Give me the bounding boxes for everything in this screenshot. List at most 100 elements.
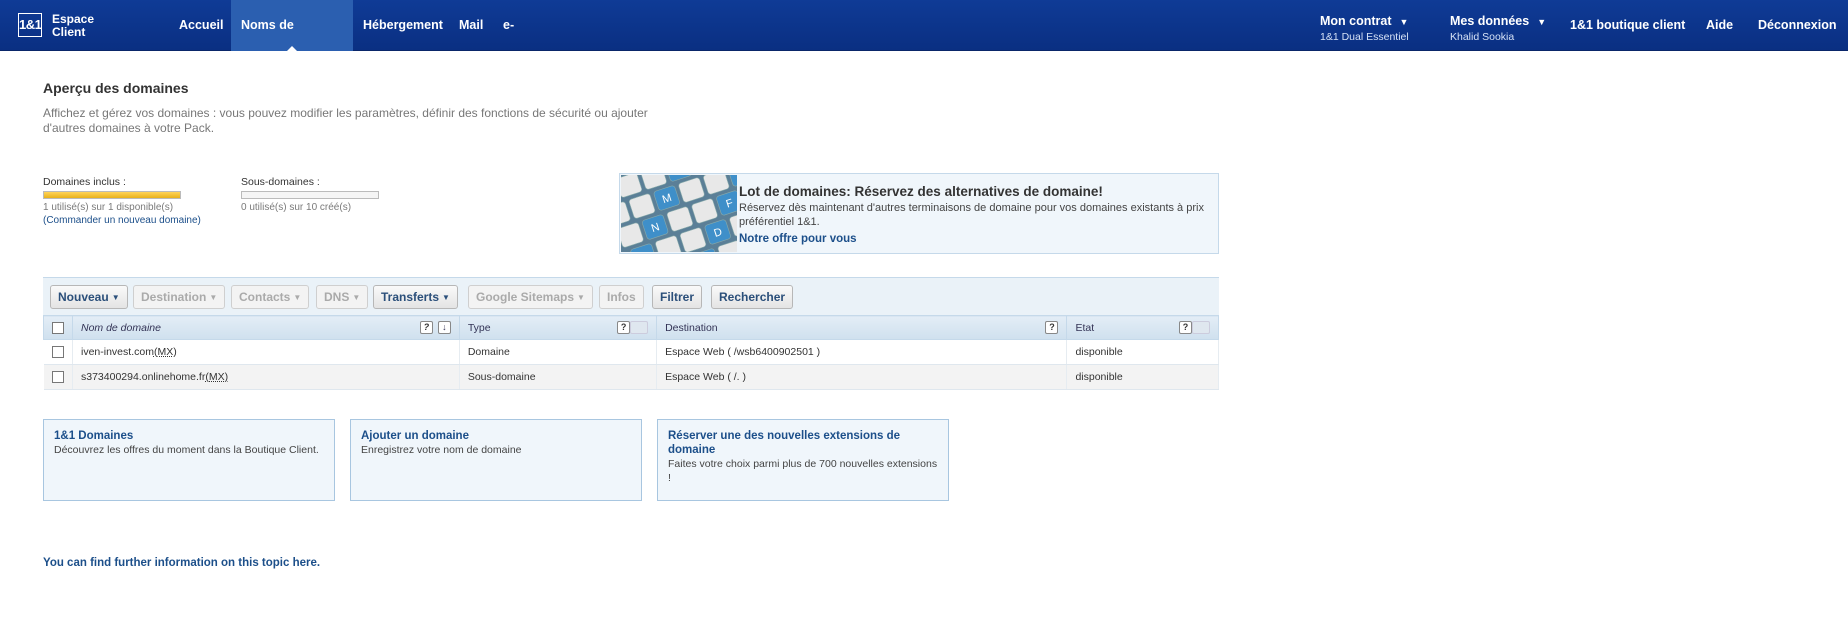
- select-all-checkbox[interactable]: [52, 321, 64, 334]
- state-cell: disponible: [1066, 364, 1219, 390]
- new-button[interactable]: Nouveau ▼: [50, 285, 128, 309]
- row-checkbox[interactable]: [51, 371, 64, 384]
- account-contract-menu[interactable]: Mon contrat ▼ 1&1 Dual Essentiel: [1320, 14, 1409, 43]
- column-header-domain-label: Nom de domaine: [81, 321, 161, 334]
- row-select-cell: [43, 364, 73, 390]
- keyboard-keys-illustration: COMINFODER: [621, 175, 737, 252]
- column-header-state[interactable]: Etat ?: [1066, 315, 1219, 340]
- state-cell: disponible: [1066, 339, 1219, 365]
- sort-placeholder-icon: [1192, 321, 1210, 334]
- transfers-button[interactable]: Transferts ▼: [373, 285, 458, 309]
- info-box-title[interactable]: 1&1 Domaines: [54, 429, 324, 443]
- contract-label: Mon contrat: [1320, 14, 1392, 28]
- promo-banner[interactable]: COMINFODER Lot de domaines: Réservez des…: [619, 173, 1219, 254]
- chevron-down-icon: ▼: [352, 293, 361, 302]
- contacts-button[interactable]: Contacts ▼: [231, 285, 310, 309]
- help-icon[interactable]: ?: [617, 321, 631, 334]
- logout-link[interactable]: Déconnexion: [1758, 18, 1837, 32]
- mx-tag: (MX): [153, 346, 177, 358]
- destination-button-label: Destination: [141, 290, 207, 304]
- domain-name[interactable]: iven-invest.com: [81, 346, 154, 358]
- contacts-button-label: Contacts: [239, 290, 291, 304]
- type-cell: Domaine: [459, 339, 658, 365]
- info-box-11-domains[interactable]: 1&1 Domaines Découvrez les offres du mom…: [43, 419, 335, 501]
- google-sitemaps-button[interactable]: Google Sitemaps ▼: [468, 285, 593, 309]
- sort-placeholder-icon: [630, 321, 649, 334]
- column-header-destination-label: Destination: [665, 321, 718, 334]
- account-user-name: Khalid Sookia: [1450, 31, 1515, 43]
- subdomains-quota-note: 0 utilisé(s) sur 10 créé(s): [241, 202, 352, 213]
- dns-button[interactable]: DNS ▼: [316, 285, 369, 309]
- nav-item-accueil[interactable]: Accueil: [170, 0, 232, 51]
- domains-quota-fill: [44, 192, 180, 198]
- column-header-type[interactable]: Type ?: [458, 315, 658, 340]
- column-header-type-label: Type: [467, 321, 491, 334]
- destination-cell: Espace Web ( /. ): [656, 364, 1068, 390]
- help-icon[interactable]: ?: [1179, 321, 1192, 334]
- help-icon[interactable]: ?: [419, 321, 433, 334]
- nav-item-noms-de-domaine[interactable]: Noms de domaine: [231, 0, 353, 83]
- column-header-state-label: Etat: [1075, 321, 1095, 334]
- brand-title-line2: Client: [52, 25, 86, 39]
- subdomains-quota-label: Sous-domaines :: [241, 176, 320, 188]
- domains-table: Nom de domaine ? ↓ Type ? Destination ? …: [43, 315, 1219, 390]
- domain-name[interactable]: s373400294.onlinehome.fr: [81, 371, 205, 383]
- chevron-down-icon: ▼: [1537, 17, 1547, 27]
- row-select-cell: [43, 339, 73, 365]
- table-row[interactable]: s373400294.onlinehome.fr(MX) Sous-domain…: [43, 364, 1219, 390]
- new-button-label: Nouveau: [58, 290, 109, 304]
- contract-name: 1&1 Dual Essentiel: [1320, 31, 1409, 43]
- account-data-menu[interactable]: Mes données ▼ Khalid Sookia: [1450, 14, 1546, 43]
- subdomains-quota-bar: [241, 191, 379, 199]
- boutique-client-link[interactable]: 1&1 boutique client: [1570, 18, 1685, 32]
- info-box-body: Découvrez les offres du moment dans la B…: [54, 444, 319, 456]
- domains-quota-bar: [43, 191, 181, 199]
- filter-button[interactable]: Filtrer: [652, 285, 703, 309]
- page-description: Affichez et gérez vos domaines : vous po…: [43, 106, 648, 135]
- table-header-row: Nom de domaine ? ↓ Type ? Destination ? …: [43, 315, 1219, 340]
- further-information-link[interactable]: You can find further information on this…: [43, 557, 320, 569]
- nav-item-mail[interactable]: Mail: [450, 0, 492, 51]
- domain-toolbar: Nouveau ▼ Destination ▼ Contacts ▼ DNS ▼ Tra…: [43, 277, 1219, 315]
- infos-button[interactable]: Infos: [599, 285, 644, 309]
- promo-offer-link[interactable]: Notre offre pour vous: [739, 233, 857, 245]
- promo-title: Lot de domaines: Réservez des alternativ…: [739, 184, 1103, 199]
- google-sitemaps-button-label: Google Sitemaps: [476, 290, 575, 304]
- dns-button-label: DNS: [324, 290, 350, 304]
- order-new-domain-link[interactable]: (Commander un nouveau domaine): [43, 215, 201, 226]
- help-link[interactable]: Aide: [1706, 18, 1733, 32]
- subdomains-quota: Sous-domaines : 0 utilisé(s) sur 10 créé…: [241, 176, 379, 213]
- destination-button[interactable]: Destination ▼: [133, 285, 226, 309]
- select-all-header: [43, 315, 73, 340]
- help-icon[interactable]: ?: [1045, 321, 1059, 334]
- top-navigation-bar: 1&1 Espace Client Accueil Noms de domain…: [0, 0, 1848, 83]
- brand-title[interactable]: Espace Client: [52, 13, 94, 39]
- domain-cell[interactable]: s373400294.onlinehome.fr(MX): [72, 364, 460, 390]
- brand-logo[interactable]: 1&1: [18, 13, 42, 37]
- chevron-down-icon: ▼: [442, 293, 450, 302]
- column-header-domain[interactable]: Nom de domaine ? ↓: [72, 315, 460, 340]
- search-button[interactable]: Rechercher: [711, 285, 794, 309]
- column-header-destination[interactable]: Destination ?: [656, 315, 1068, 340]
- domain-cell[interactable]: iven-invest.com(MX): [72, 339, 460, 365]
- info-box-body: Enregistrez votre nom de domaine: [361, 444, 522, 456]
- chevron-down-icon: ▼: [577, 293, 585, 302]
- chevron-down-icon: ▼: [111, 293, 120, 302]
- account-data-label: Mes données: [1450, 14, 1530, 28]
- page-title: Aperçu des domaines: [43, 80, 189, 96]
- table-row[interactable]: iven-invest.com(MX) Domaine Espace Web (…: [43, 339, 1219, 365]
- promo-body: Réservez dès maintenant d'autres termina…: [739, 202, 1204, 228]
- info-box-title[interactable]: Ajouter un domaine: [361, 429, 631, 443]
- info-box-new-extensions[interactable]: Réserver une des nouvelles extensions de…: [657, 419, 949, 501]
- info-box-add-domain[interactable]: Ajouter un domaine Enregistrez votre nom…: [350, 419, 642, 501]
- nav-item-ecommerce[interactable]: e-Commerce: [494, 0, 577, 83]
- domains-quota: Domaines inclus : 1 utilisé(s) sur 1 dis…: [43, 176, 201, 226]
- destination-cell: Espace Web ( /wsb6400902501 ): [656, 339, 1068, 365]
- info-box-body: Faites votre choix parmi plus de 700 nou…: [668, 458, 938, 484]
- chevron-down-icon: ▼: [1399, 17, 1409, 27]
- row-checkbox[interactable]: [51, 346, 64, 359]
- sort-descending-icon[interactable]: ↓: [437, 321, 451, 334]
- info-box-title[interactable]: Réserver une des nouvelles extensions de…: [668, 429, 938, 457]
- nav-item-hebergement[interactable]: Hébergement: [354, 0, 452, 51]
- transfers-button-label: Transferts: [381, 290, 440, 304]
